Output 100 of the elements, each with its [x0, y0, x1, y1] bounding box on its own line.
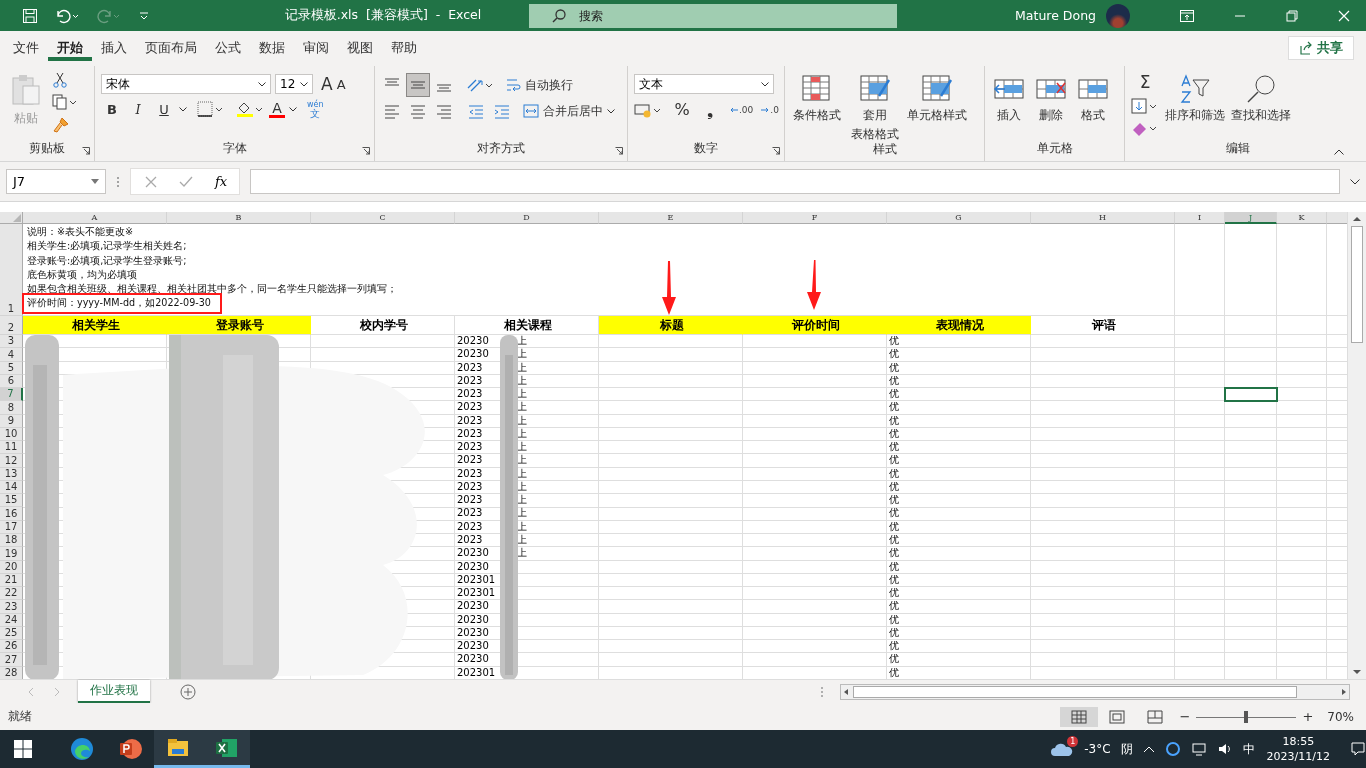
column-header[interactable]: C	[311, 212, 455, 224]
zoom-level[interactable]: 70%	[1327, 709, 1354, 724]
temperature[interactable]: -3°C	[1084, 742, 1111, 756]
restore-icon[interactable]	[1286, 9, 1298, 22]
comma-button[interactable]: ❟	[698, 100, 722, 119]
copy-icon[interactable]	[52, 94, 78, 110]
column-header[interactable]: G	[887, 212, 1031, 224]
zoom-slider[interactable]	[1196, 710, 1297, 723]
chevron-up-icon[interactable]	[1142, 745, 1155, 753]
chevron-icon[interactable]	[289, 106, 297, 112]
ribbon-tab[interactable]: 页面布局	[136, 31, 206, 64]
ribbon-tab[interactable]: 文件	[4, 31, 48, 64]
column-header[interactable]: I	[1175, 212, 1225, 224]
merge-center-button[interactable]: 合并后居中	[523, 102, 615, 120]
column-header[interactable]: A	[23, 212, 167, 224]
weather-text[interactable]: 阴	[1120, 740, 1133, 758]
close-icon[interactable]	[1338, 9, 1350, 22]
expand-icon[interactable]	[1350, 178, 1360, 185]
column-header[interactable]: D	[455, 212, 599, 224]
speaker-icon[interactable]	[1216, 742, 1233, 756]
start-icon[interactable]	[14, 740, 32, 758]
formula-input[interactable]	[250, 169, 1340, 194]
eraser-icon[interactable]	[1131, 120, 1159, 136]
format-button[interactable]: B	[101, 101, 123, 117]
user-name[interactable]: Mature Dong	[1015, 8, 1096, 23]
active-cell[interactable]	[1224, 387, 1278, 403]
column-header[interactable]: E	[599, 212, 743, 224]
editing-button[interactable]: 查找和选择	[1231, 66, 1291, 123]
sheet-tab[interactable]: 作业表现	[78, 680, 150, 703]
share-button[interactable]: 共享	[1288, 35, 1354, 60]
column-header[interactable]: H	[1031, 212, 1175, 224]
network-icon[interactable]	[1190, 742, 1207, 756]
row-header[interactable]: 8	[0, 401, 23, 415]
row-header[interactable]: 15	[0, 494, 23, 508]
column-header[interactable]: B	[167, 212, 311, 224]
row-header[interactable]: 22	[0, 587, 23, 601]
row-header[interactable]: 26	[0, 640, 23, 654]
clock[interactable]: 18:55 2023/11/12	[1266, 734, 1330, 764]
ribbon-tab[interactable]: 视图	[338, 31, 382, 64]
row-header[interactable]: 11	[0, 441, 23, 455]
horizontal-scrollbar[interactable]	[840, 683, 1350, 700]
column-header[interactable]: F	[743, 212, 887, 224]
increase-decimal-button[interactable]: .00	[730, 104, 754, 115]
save-icon[interactable]	[22, 7, 38, 24]
row-header[interactable]: 12	[0, 454, 23, 468]
wrap-text-button[interactable]: 自动换行	[505, 76, 573, 94]
zoom-in-button[interactable]: +	[1302, 709, 1314, 724]
font-color-button[interactable]: A	[269, 100, 285, 118]
phonetic-button[interactable]: wén 文	[307, 100, 324, 118]
zoom-out-button[interactable]: −	[1179, 709, 1191, 724]
row-header[interactable]: 23	[0, 600, 23, 614]
font-name-dropdown[interactable]: 宋体	[101, 74, 271, 94]
notifications-icon[interactable]	[1350, 741, 1366, 757]
format-button[interactable]: U	[153, 101, 175, 117]
fill-color-icon[interactable]	[235, 100, 265, 118]
row-header[interactable]: 4	[0, 348, 23, 362]
cells-button[interactable]: 格式	[1075, 66, 1111, 123]
number-format-dropdown[interactable]: 文本	[634, 74, 774, 94]
dialog-launcher-icon[interactable]	[772, 147, 780, 155]
ribbon-tab[interactable]: 审阅	[294, 31, 338, 64]
cut-icon[interactable]	[52, 72, 68, 88]
editing-button[interactable]: 排序和筛选	[1165, 66, 1225, 123]
add-sheet-icon[interactable]	[180, 683, 196, 700]
style-button[interactable]: 条件格式	[791, 66, 843, 123]
customize-icon[interactable]	[138, 9, 150, 22]
ribbon-tab[interactable]: 插入	[92, 31, 136, 64]
percent-button[interactable]: %	[670, 100, 694, 119]
row-header[interactable]: 1	[0, 224, 23, 316]
search-field[interactable]: 搜索	[529, 3, 897, 28]
format-button[interactable]: I	[127, 101, 149, 117]
ribbon-tab[interactable]: 帮助	[382, 31, 426, 64]
format-painter-icon[interactable]	[52, 116, 70, 134]
ribbon-display-icon[interactable]	[1180, 9, 1194, 22]
ribbon-tab[interactable]: 数据	[250, 31, 294, 64]
borders-icon[interactable]	[197, 101, 225, 117]
taskbar-app[interactable]	[154, 730, 202, 768]
column-header[interactable]: J	[1225, 212, 1277, 224]
undo-icon[interactable]	[54, 7, 80, 24]
ribbon-tab[interactable]: 公式	[206, 31, 250, 64]
chevron-icon[interactable]	[179, 106, 187, 112]
normal-view-icon[interactable]	[1059, 706, 1098, 727]
scrollbar-thumb[interactable]	[1351, 226, 1363, 343]
dialog-launcher-icon[interactable]	[615, 147, 623, 155]
tray-app-icon[interactable]	[1164, 741, 1181, 757]
row-header[interactable]: 16	[0, 507, 23, 521]
dialog-launcher-icon[interactable]	[362, 147, 370, 155]
increase-font-button[interactable]: A	[321, 74, 333, 94]
insert-function-button[interactable]: fx	[215, 174, 228, 189]
name-box[interactable]: J7	[6, 169, 106, 194]
row-header[interactable]: 3	[0, 335, 23, 349]
fill-icon[interactable]	[1131, 98, 1159, 114]
avatar[interactable]	[1106, 3, 1130, 28]
row-header[interactable]: 19	[0, 547, 23, 561]
collapse-ribbon-icon[interactable]	[1334, 149, 1344, 155]
style-button[interactable]: 套用 表格格式	[849, 66, 901, 142]
decrease-decimal-button[interactable]: .0	[761, 104, 779, 115]
cells-button[interactable]: 插入	[991, 66, 1027, 123]
font-size-dropdown[interactable]: 12	[275, 74, 313, 94]
cells-button[interactable]: 删除	[1033, 66, 1069, 123]
style-button[interactable]: 单元格样式	[907, 66, 967, 123]
